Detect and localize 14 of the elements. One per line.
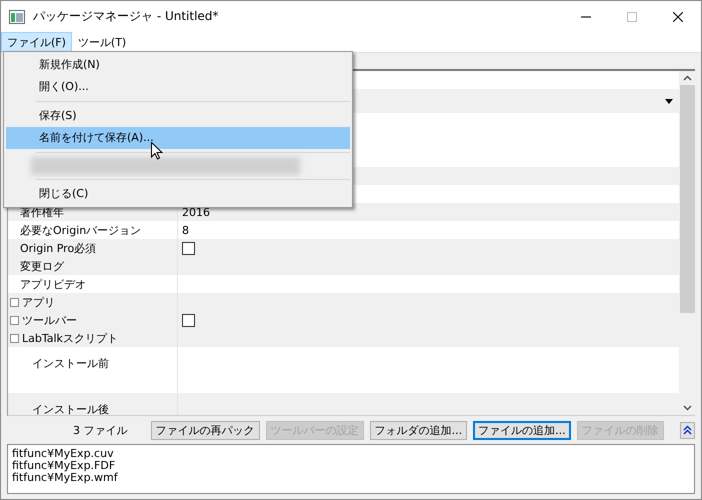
property-value: 8 <box>182 224 189 236</box>
property-label: LabTalkスクリプト <box>22 330 118 346</box>
property-label: アプリ <box>22 294 55 310</box>
property-label: 必要なOriginバージョン <box>20 222 142 238</box>
property-label: 著作権年 <box>20 204 64 220</box>
property-label: Origin Pro必須 <box>20 240 96 256</box>
property-label: 変更ログ <box>20 258 64 274</box>
property-label: インストール前 <box>32 356 109 371</box>
property-value: 2016 <box>182 206 210 218</box>
file-count: 3 ファイル <box>73 422 128 438</box>
property-label: インストール後 <box>32 402 109 415</box>
property-label: ツールバー <box>22 312 77 328</box>
property-label: アプリビデオ <box>20 276 86 292</box>
window-title: パッケージマネージャ - Untitled* <box>33 8 218 25</box>
